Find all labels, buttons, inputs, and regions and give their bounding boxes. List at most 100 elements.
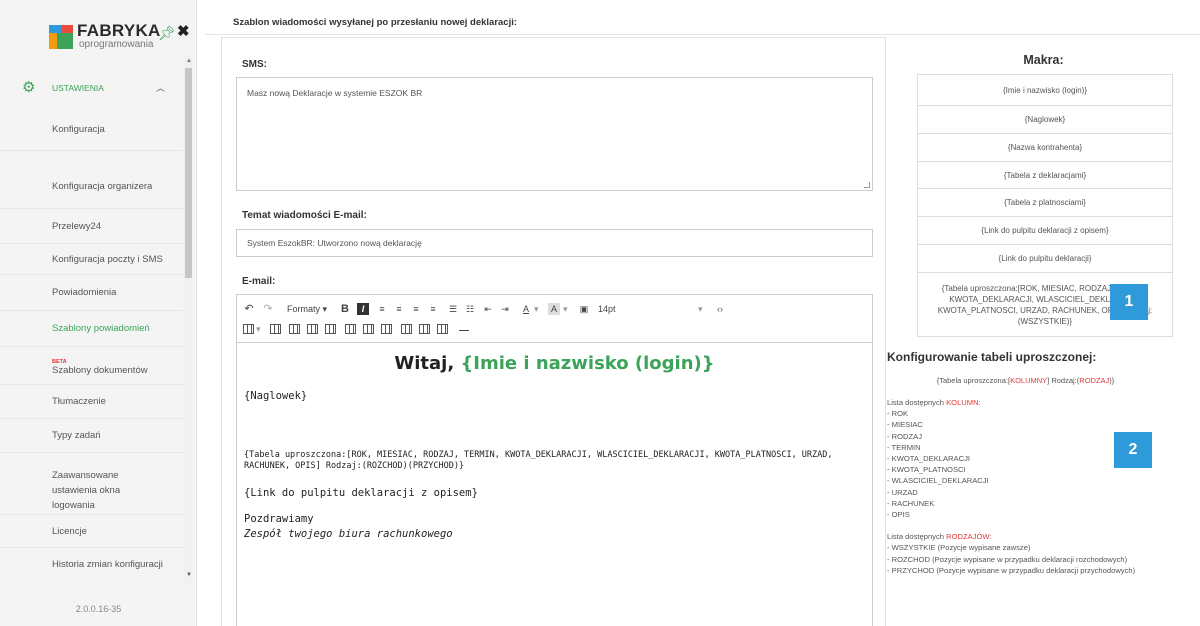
sidebar-section-label: USTAWIENIA — [52, 83, 104, 93]
table-row-props-icon[interactable] — [289, 324, 300, 334]
email-subject-label: Temat wiadomości E-mail: — [242, 210, 367, 221]
email-line-link: {Link do pulpitu deklaracji z opisem} — [244, 487, 478, 499]
greeting-macro: {Imie i nazwisko (login)} — [460, 353, 715, 374]
insert-column-before-icon[interactable] — [345, 324, 356, 334]
chevron-down-icon[interactable]: ▾ — [256, 323, 261, 335]
sidebar-item-label: Konfiguracja poczty i SMS — [52, 253, 163, 265]
delete-table-icon[interactable] — [270, 324, 281, 334]
column-item: - KWOTA_DEKLARACJI — [887, 454, 970, 464]
insert-column-after-icon[interactable] — [363, 324, 374, 334]
main-content: Szablon wiadomości wysyłanej po przesłan… — [205, 0, 1200, 626]
macro-item[interactable]: {Link do pulpitu deklaracji z opisem} — [917, 216, 1173, 244]
bullet-list-icon[interactable]: ☰ — [447, 303, 459, 315]
sidebar-item-konfiguracja[interactable]: Konfiguracja — [0, 109, 183, 151]
sidebar-item-label: Historia zmian konfiguracji — [52, 558, 163, 570]
undo-icon[interactable]: ↶ — [243, 303, 255, 315]
macro-label: {Link do pulpitu deklaracji z opisem} — [981, 226, 1109, 235]
sidebar-item-szablony-dokumentow[interactable]: BETA Szablony dokumentów — [0, 347, 183, 385]
merge-cells-icon[interactable] — [401, 324, 412, 334]
column-item: - MIESIAC — [887, 420, 923, 430]
resize-handle-icon[interactable] — [864, 182, 870, 188]
delete-column-icon[interactable] — [381, 324, 392, 334]
macro-item[interactable]: {Nazwa kontrahenta} — [917, 133, 1173, 161]
sidebar-item-przelewy24[interactable]: Przelewy24 — [0, 209, 183, 244]
redo-icon[interactable]: ↷ — [262, 303, 274, 315]
sidebar-item-historia-zmian[interactable]: Historia zmian konfiguracji — [0, 548, 183, 574]
sidebar-item-powiadomienia[interactable]: Powiadomienia — [0, 275, 183, 311]
font-size-dropdown[interactable]: 14pt — [598, 303, 616, 315]
email-line-header: {Naglowek} — [244, 390, 308, 402]
sidebar-item-zaawansowane-ustawienia[interactable]: Zaawansowane ustawienia okna logowania — [0, 453, 183, 515]
sidebar-item-label: Powiadomienia — [52, 287, 117, 298]
table-icon[interactable] — [243, 324, 254, 334]
macro-label: {Tabela z platnosciami} — [1004, 198, 1086, 207]
email-line-table-1: {Tabela uproszczona:[ROK, MIESIAC, RODZA… — [244, 450, 833, 460]
sidebar-scrollbar-thumb[interactable] — [185, 68, 192, 278]
section-header: Szablon wiadomości wysyłanej po przesłan… — [205, 13, 1200, 35]
sidebar-item-label: Szablony powiadomień — [52, 323, 150, 334]
align-right-icon[interactable]: ≡ — [410, 303, 422, 315]
sidebar-item-konfiguracja-organizera[interactable]: Konfiguracja organizera — [0, 151, 183, 209]
macro-item[interactable]: {Link do pulpitu deklaracji} — [917, 244, 1173, 272]
syntax-prefix: {Tabela uproszczona:[ — [936, 376, 1011, 385]
macro-item[interactable]: {Tabela z platnosciami} — [917, 188, 1173, 216]
close-icon[interactable]: ✖ — [177, 22, 190, 40]
chevron-down-icon[interactable]: ▾ — [563, 303, 568, 315]
sidebar-section-settings[interactable]: ⚙ USTAWIENIA ︿ — [0, 69, 183, 109]
cell-props-icon[interactable] — [437, 324, 448, 334]
sidebar-item-szablony-powiadomien[interactable]: Szablony powiadomień — [0, 311, 183, 347]
config-title: Konfigurowanie tabeli uproszczonej: — [887, 350, 1097, 364]
macro-item[interactable]: {Naglowek} — [917, 105, 1173, 133]
italic-button[interactable]: I — [357, 303, 369, 315]
align-left-icon[interactable]: ≡ — [376, 303, 388, 315]
image-icon[interactable]: ▣ — [578, 303, 590, 315]
chevron-down-icon[interactable]: ▾ — [698, 303, 703, 315]
app-logo[interactable]: FABRYKA oprogramowania — [49, 22, 161, 52]
sms-textarea[interactable]: Masz nową Deklaracje w systemie ESZOK BR — [236, 77, 873, 191]
sidebar-item-licencje[interactable]: Licencje — [0, 515, 183, 548]
macro-item[interactable]: {Imie i nazwisko (login)} — [917, 74, 1173, 105]
bold-button[interactable]: B — [339, 303, 351, 315]
formats-dropdown[interactable]: Formaty ▾ — [287, 303, 327, 315]
scroll-up-icon[interactable]: ▲ — [186, 58, 192, 64]
horizontal-rule-icon[interactable] — [459, 330, 469, 331]
scroll-down-icon[interactable]: ▼ — [186, 572, 192, 578]
email-line-signature: Zespół twojego biura rachunkowego — [244, 528, 453, 540]
align-justify-icon[interactable]: ≡ — [427, 303, 439, 315]
columns-word: KOLUMN — [946, 398, 979, 407]
insert-row-icon[interactable] — [307, 324, 318, 334]
numbered-list-icon[interactable]: ☷ — [464, 303, 476, 315]
sidebar-item-label: Szablony dokumentów — [52, 365, 148, 376]
align-center-icon[interactable]: ≡ — [393, 303, 405, 315]
sidebar-item-label: Tłumaczenie — [52, 396, 106, 407]
column-item: - URZAD — [887, 487, 918, 497]
outdent-icon[interactable]: ⇤ — [482, 303, 494, 315]
pin-icon[interactable]: 📌︎ — [158, 25, 176, 42]
logo-name: FABRYKA — [77, 21, 161, 40]
email-greeting: Witaj, {Imie i nazwisko (login)} — [237, 353, 872, 374]
columns-intro: Lista dostępnych — [887, 398, 947, 407]
chevron-down-icon[interactable]: ▾ — [534, 303, 539, 315]
logo-subtitle: oprogramowania — [79, 39, 154, 50]
source-code-icon[interactable]: ‹› — [717, 303, 723, 315]
split-cells-icon[interactable] — [419, 324, 430, 334]
delete-row-icon[interactable] — [325, 324, 336, 334]
indent-icon[interactable]: ⇥ — [499, 303, 511, 315]
sidebar-item-typy-zadan[interactable]: Typy zadań — [0, 419, 183, 453]
background-color-icon[interactable]: A — [548, 303, 560, 315]
syntax-kinds: RODZAJ — [1079, 376, 1110, 385]
text-color-icon[interactable]: A — [520, 303, 532, 315]
sidebar-item-konfiguracja-poczty[interactable]: Konfiguracja poczty i SMS — [0, 244, 183, 275]
template-form: SMS: Masz nową Deklaracje w systemie ESZ… — [221, 37, 886, 626]
column-item: - WLASCICIEL_DEKLARACJI — [887, 476, 989, 486]
sidebar-item-tlumaczenie[interactable]: Tłumaczenie — [0, 385, 183, 419]
macro-label: {Nazwa kontrahenta} — [1007, 143, 1083, 152]
column-item: - RACHUNEK — [887, 498, 935, 508]
app-version: 2.0.0.16-35 — [75, 604, 122, 614]
font-size-value: 14pt — [598, 304, 616, 314]
kind-item: - ROZCHOD (Pozycje wypisane w przypadku … — [887, 554, 1128, 564]
macro-item[interactable]: {Tabela z deklaracjami} — [917, 161, 1173, 188]
email-subject-input[interactable]: System EszokBR: Utworzono nową deklaracj… — [236, 229, 873, 257]
email-line-regards: Pozdrawiamy — [244, 513, 314, 525]
macro-label: {Link do pulpitu deklaracji} — [998, 254, 1092, 263]
